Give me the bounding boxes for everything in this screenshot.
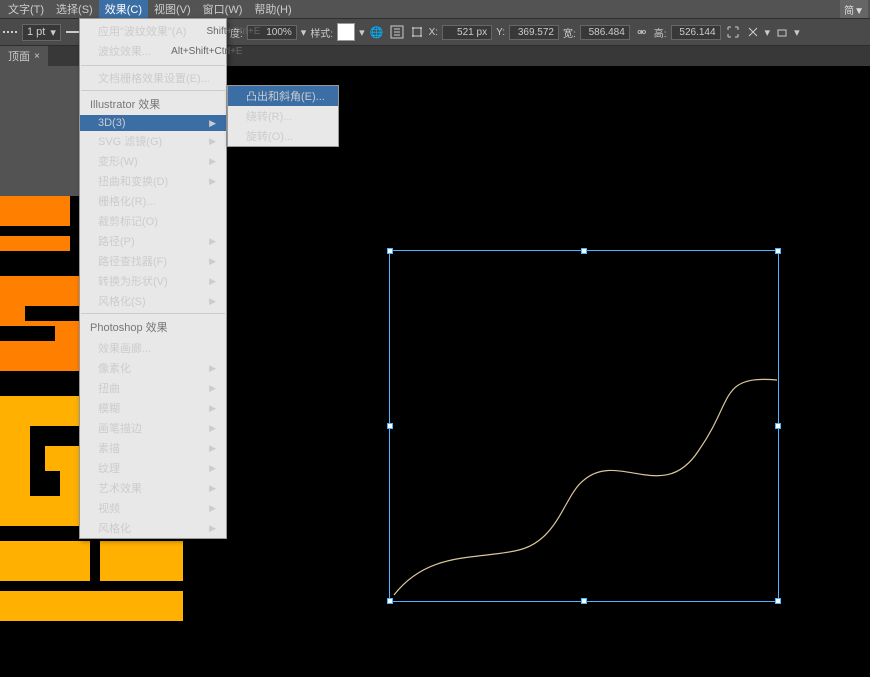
menu-rotate[interactable]: 旋转(O)...: [228, 126, 338, 146]
lang-toggle[interactable]: 简▼: [840, 0, 868, 19]
style-swatch[interactable]: [337, 23, 355, 41]
doc-tab[interactable]: 顶面 ×: [0, 46, 48, 66]
photoshop-effects-header: Photoshop 效果: [80, 316, 226, 338]
menu-convert-shape[interactable]: 转换为形状(V)▶: [80, 271, 226, 291]
handle-bottom-left[interactable]: [387, 598, 393, 604]
menu-rasterize[interactable]: 栅格化(R)...: [80, 191, 226, 211]
y-input[interactable]: 369.572: [509, 25, 559, 40]
menubar: 文字(T) 选择(S) 效果(C) 视图(V) 窗口(W) 帮助(H) 简▼: [0, 0, 870, 18]
misc-icon-1[interactable]: [745, 24, 761, 40]
align-icon[interactable]: [389, 24, 405, 40]
handle-mid-left[interactable]: [387, 423, 393, 429]
menu-effect-gallery[interactable]: 效果画廊...: [80, 338, 226, 358]
handle-bottom-mid[interactable]: [581, 598, 587, 604]
menu-path[interactable]: 路径(P)▶: [80, 231, 226, 251]
w-label: 宽:: [563, 25, 576, 40]
globe-icon[interactable]: 🌐: [369, 24, 385, 40]
menu-svg-filter[interactable]: SVG 滤镜(G)▶: [80, 131, 226, 151]
canvas[interactable]: [183, 66, 870, 677]
menu-stylize-ps[interactable]: 风格化▶: [80, 518, 226, 538]
close-icon[interactable]: ×: [34, 51, 40, 62]
menu-last-effect-options[interactable]: 波纹效果...Alt+Shift+Ctrl+E: [80, 41, 226, 61]
handle-top-mid[interactable]: [581, 248, 587, 254]
menu-artistic[interactable]: 艺术效果▶: [80, 478, 226, 498]
x-input[interactable]: 521 px: [442, 25, 492, 40]
effects-menu-dropdown: 应用"波纹效果"(A)Shift+Ctrl+E 波纹效果...Alt+Shift…: [79, 18, 227, 539]
menu-help[interactable]: 帮助(H): [248, 0, 297, 19]
menu-crop-marks[interactable]: 裁剪标记(O): [80, 211, 226, 231]
menu-extrude-bevel[interactable]: 凸出和斜角(E)...: [228, 86, 338, 106]
menu-apply-last-effect[interactable]: 应用"波纹效果"(A)Shift+Ctrl+E: [80, 21, 226, 41]
expand-icon[interactable]: [725, 24, 741, 40]
dropdown-icon[interactable]: ▾: [301, 26, 307, 39]
dropdown-icon[interactable]: ▾: [359, 26, 365, 39]
menu-texture[interactable]: 纹理▶: [80, 458, 226, 478]
menu-pathfinder[interactable]: 路径查找器(F)▶: [80, 251, 226, 271]
handle-bottom-right[interactable]: [775, 598, 781, 604]
x-label: X:: [429, 27, 438, 38]
menu-doc-raster-settings[interactable]: 文档栅格效果设置(E)...: [80, 68, 226, 88]
menu-3d[interactable]: 3D(3)▶: [80, 115, 226, 131]
handle-top-right[interactable]: [775, 248, 781, 254]
menu-stylize-ai[interactable]: 风格化(S)▶: [80, 291, 226, 311]
h-label: 高:: [654, 25, 667, 40]
menu-text[interactable]: 文字(T): [2, 0, 50, 19]
dropdown-icon[interactable]: ▾: [765, 26, 771, 39]
misc-icon-2[interactable]: [774, 24, 790, 40]
y-label: Y:: [496, 27, 505, 38]
stroke-weight-input[interactable]: 1 pt▾: [22, 24, 61, 41]
menu-brush-strokes[interactable]: 画笔描边▶: [80, 418, 226, 438]
menu-pixelate[interactable]: 像素化▶: [80, 358, 226, 378]
menu-select[interactable]: 选择(S): [50, 0, 99, 19]
menu-view[interactable]: 视图(V): [148, 0, 197, 19]
menu-distort-ps[interactable]: 扭曲▶: [80, 378, 226, 398]
menu-revolve[interactable]: 绕转(R)...: [228, 106, 338, 126]
selection-bounding-box[interactable]: [389, 250, 779, 602]
style-label: 样式:: [310, 25, 333, 40]
menu-sketch[interactable]: 素描▶: [80, 438, 226, 458]
h-input[interactable]: 526.144: [671, 25, 721, 40]
menu-warp[interactable]: 变形(W)▶: [80, 151, 226, 171]
w-input[interactable]: 586.484: [580, 25, 630, 40]
transform-icon[interactable]: [409, 24, 425, 40]
doc-tab-title: 顶面: [8, 48, 30, 64]
menu-distort-transform[interactable]: 扭曲和变换(D)▶: [80, 171, 226, 191]
menu-video[interactable]: 视频▶: [80, 498, 226, 518]
menu-effects[interactable]: 效果(C): [99, 0, 148, 19]
illustrator-effects-header: Illustrator 效果: [80, 93, 226, 115]
3d-submenu: 凸出和斜角(E)... 绕转(R)... 旋转(O)...: [227, 85, 339, 147]
handle-mid-right[interactable]: [775, 423, 781, 429]
menu-blur[interactable]: 模糊▶: [80, 398, 226, 418]
menu-window[interactable]: 窗口(W): [197, 0, 249, 19]
stroke-dash-icon[interactable]: [2, 24, 18, 40]
dropdown-icon[interactable]: ▾: [794, 26, 800, 39]
handle-top-left[interactable]: [387, 248, 393, 254]
link-icon[interactable]: ⚮: [634, 24, 650, 40]
